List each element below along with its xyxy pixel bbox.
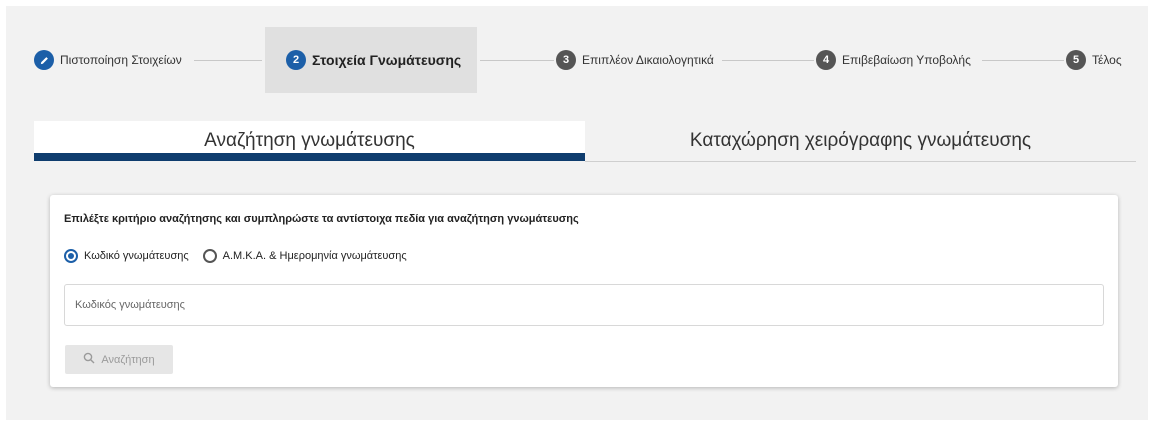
step-connector [722, 60, 814, 61]
radio-amka-date-indicator[interactable] [202, 249, 217, 263]
card-title: Επιλέξτε κριτήριο αναζήτησης και συμπληρ… [64, 213, 579, 225]
radio-referral-code-indicator[interactable] [64, 249, 78, 263]
step-4[interactable]: 4 Επιβεβαίωση Υποβολής [816, 48, 971, 72]
stepper: Πιστοποίηση Στοιχείων 2 Στοιχεία Γνωμάτε… [6, 6, 1148, 116]
tab-search-label: Αναζήτηση γνωμάτευσης [204, 130, 415, 151]
search-icon [83, 352, 95, 367]
step-connector [194, 60, 262, 61]
tab-manual-entry-label: Καταχώρηση χειρόγραφης γνωμάτευσης [689, 130, 1032, 151]
search-criteria-radios: Κωδικό γνωμάτευσης Α.Μ.Κ.Α. & Ημερομηνία… [64, 249, 421, 263]
step-connector [480, 60, 554, 61]
step-4-label: Επιβεβαίωση Υποβολής [842, 53, 971, 67]
radio-referral-code-label: Κωδικό γνωμάτευσης [84, 250, 189, 262]
referral-code-input[interactable] [64, 284, 1104, 326]
step-5-number: 5 [1066, 50, 1086, 70]
step-2[interactable]: 2 Στοιχεία Γνωμάτευσης [286, 48, 461, 72]
step-2-number: 2 [286, 50, 306, 70]
step-5[interactable]: 5 Τέλος [1066, 48, 1122, 72]
search-button[interactable]: Αναζήτηση [65, 345, 173, 374]
wizard-panel: Πιστοποίηση Στοιχείων 2 Στοιχεία Γνωμάτε… [6, 6, 1148, 420]
step-4-number: 4 [816, 50, 836, 70]
step-2-label: Στοιχεία Γνωμάτευσης [312, 52, 462, 68]
radio-amka-date[interactable]: Α.Μ.Κ.Α. & Ημερομηνία γνωμάτευσης [202, 249, 407, 263]
search-card: Επιλέξτε κριτήριο αναζήτησης και συμπληρ… [50, 195, 1118, 387]
step-1[interactable]: Πιστοποίηση Στοιχείων [34, 48, 182, 72]
tab-divider [585, 161, 1136, 162]
tab-manual-entry[interactable]: Καταχώρηση χειρόγραφης γνωμάτευσης [585, 121, 1136, 161]
step-1-label: Πιστοποίηση Στοιχείων [60, 53, 182, 67]
tab-search-active-indicator [34, 153, 585, 161]
step-3[interactable]: 3 Επιπλέον Δικαιολογητικά [556, 48, 714, 72]
step-3-number: 3 [556, 50, 576, 70]
step-5-label: Τέλος [1092, 53, 1122, 67]
radio-amka-date-label: Α.Μ.Κ.Α. & Ημερομηνία γνωμάτευσης [222, 250, 407, 262]
step-connector [982, 60, 1064, 61]
pencil-icon [34, 50, 54, 70]
step-3-label: Επιπλέον Δικαιολογητικά [582, 53, 714, 67]
search-button-label: Αναζήτηση [101, 353, 155, 366]
radio-referral-code[interactable]: Κωδικό γνωμάτευσης [64, 249, 189, 263]
